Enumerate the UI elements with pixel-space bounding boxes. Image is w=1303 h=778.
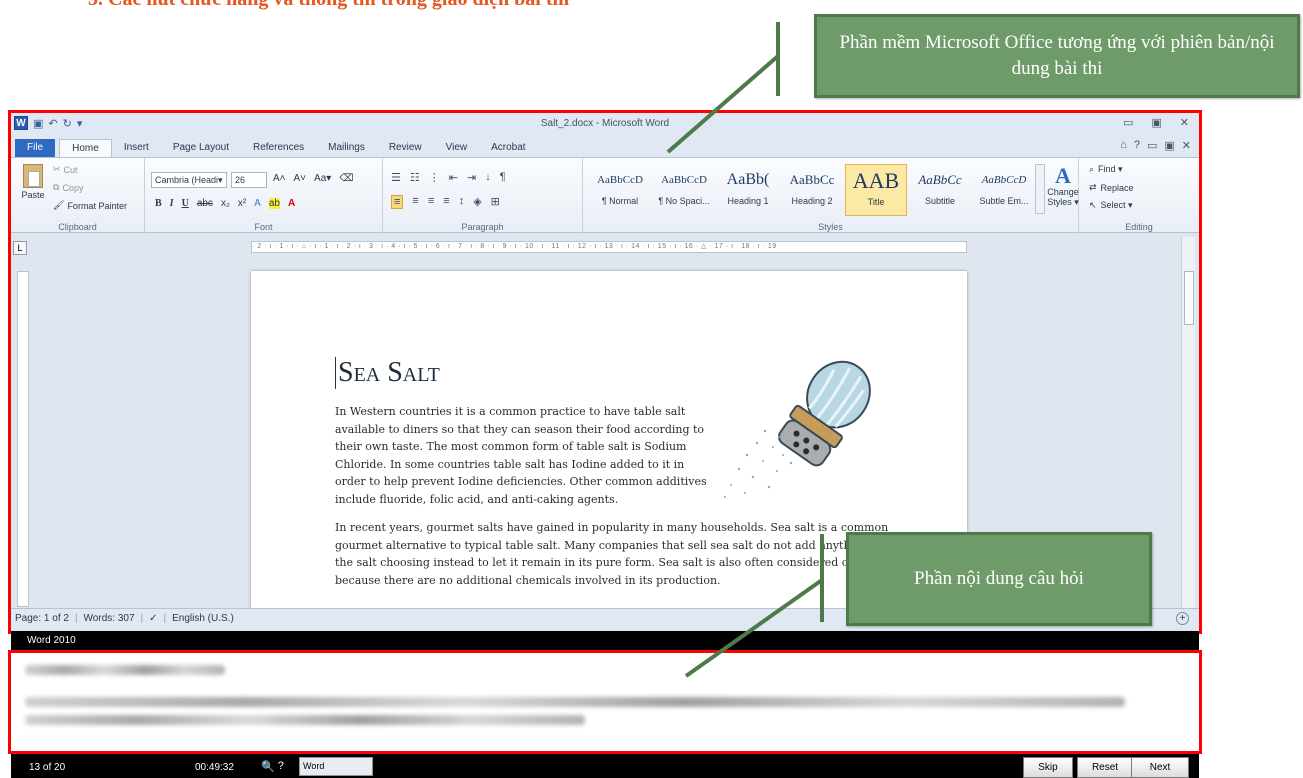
exam-bottom-bar: 13 of 20 00:49:32 🔍 ? Word Skip Reset Ne… — [11, 754, 1199, 778]
next-button[interactable]: Next — [1131, 757, 1189, 778]
reset-button[interactable]: Reset — [1077, 757, 1133, 778]
exam-section-bar: Word 2010 — [11, 631, 1199, 650]
zoom-icon[interactable]: 🔍 — [261, 760, 275, 773]
question-counter: 13 of 20 — [29, 762, 66, 773]
exam-timer: 00:49:32 — [195, 762, 234, 773]
question-frame — [8, 650, 1202, 754]
exam-section-label: Word 2010 — [27, 635, 76, 646]
question-callout: Phần nội dung câu hỏi — [846, 532, 1152, 626]
skip-button[interactable]: Skip — [1023, 757, 1073, 778]
page-heading: 3. Các nút chức năng và thông tin trong … — [88, 0, 569, 11]
help-icon[interactable]: ? — [278, 760, 284, 773]
software-callout: Phần mềm Microsoft Office tương ứng với … — [814, 14, 1300, 98]
word-taskbar-button[interactable]: Word — [299, 757, 373, 776]
bottom-icons: 🔍 ? — [261, 760, 284, 773]
